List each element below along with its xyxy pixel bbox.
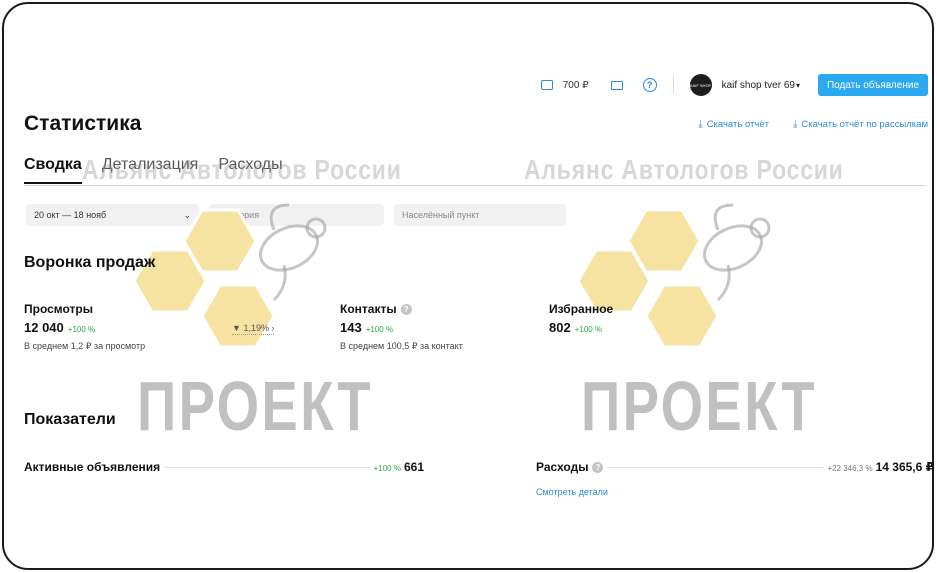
chevron-down-icon: ⌄	[183, 209, 191, 220]
contacts-label-row: Контакты?	[340, 302, 463, 316]
favorites-value-row: 802 +100 %	[549, 320, 613, 335]
expenses-label: Расходы	[536, 460, 589, 474]
divider	[672, 76, 674, 94]
conversion-link[interactable]: ▼ 1,19% ›	[232, 323, 275, 335]
contacts-label: Контакты	[340, 302, 397, 316]
leader-line	[164, 467, 370, 468]
expenses-label-row: Расходы?	[536, 460, 604, 474]
download-links: ⤓ Скачать отчёт ⤓ Скачать отчёт по рассылк…	[698, 119, 928, 130]
info-icon[interactable]: ?	[592, 461, 604, 473]
views-value-row: 12 040 +100 %	[24, 320, 145, 335]
favorites-delta: +100 %	[574, 325, 603, 334]
category-input[interactable]	[209, 204, 384, 226]
download-report-label: Скачать отчёт	[706, 119, 769, 130]
metric-favorites: Избранное 802 +100 %	[549, 302, 613, 335]
views-delta: +100 %	[67, 325, 96, 334]
views-sub: В среднем 1,2 ₽ за просмотр	[24, 341, 146, 351]
download-icon: ⤓	[698, 119, 703, 130]
download-mailing-report-label: Скачать отчёт по рассылкам	[801, 119, 928, 130]
active-ads-label: Активные объявления	[24, 460, 161, 474]
favorites-label: Избранное	[549, 302, 614, 316]
avatar[interactable]: KAIF SHOP	[689, 74, 712, 96]
watermark-project-left: ПРОЕКТ	[137, 367, 373, 445]
tab-summary[interactable]: Сводка	[24, 156, 82, 184]
contacts-delta: +100 %	[365, 325, 394, 334]
user-name: kaif shop tver 69	[721, 79, 795, 91]
indicator-expenses: Расходы? +22 346,3 % 14 365,6 ₽	[536, 460, 934, 474]
indicators-title: Показатели	[24, 411, 116, 428]
help-icon[interactable]: ?	[642, 78, 657, 92]
filters: 20 окт — 18 нояб ⌄	[26, 204, 566, 226]
city-input[interactable]	[394, 204, 566, 226]
tab-expenses[interactable]: Расходы	[218, 156, 282, 184]
contacts-sub: В среднем 100,5 ₽ за контакт	[340, 341, 463, 351]
watermark-org-text-right: Альянс Автологов России	[524, 154, 844, 185]
tab-bar: Сводка Детализация Расходы	[24, 156, 283, 184]
views-label: Просмотры	[24, 302, 94, 316]
download-report-link[interactable]: ⤓ Скачать отчёт	[698, 119, 769, 130]
funnel-title: Воронка продаж	[24, 254, 156, 271]
indicator-active-ads: Активные объявления +100 % 661	[24, 460, 424, 474]
contacts-value-row: 143 +100 %	[340, 320, 463, 335]
top-bar: 700 ₽ ? KAIF SHOP kaif shop tver 69▾ Под…	[540, 74, 928, 96]
page-title: Статистика	[24, 112, 142, 135]
active-ads-value: 661	[403, 460, 424, 474]
wallet-icon[interactable]	[540, 80, 553, 90]
metric-contacts: Контакты? 143 +100 % В среднем 100,5 ₽ за…	[340, 302, 463, 352]
app-window: 700 ₽ ? KAIF SHOP kaif shop tver 69▾ Под…	[2, 2, 934, 570]
leader-line	[607, 467, 824, 468]
contacts-value: 143	[340, 320, 362, 335]
filter-icon: ▼	[232, 323, 241, 333]
chevron-down-icon: ▾	[795, 80, 800, 90]
views-value: 12 040	[24, 320, 64, 335]
tab-details[interactable]: Детализация	[102, 156, 199, 184]
expenses-value: 14 365,6 ₽	[875, 460, 934, 474]
balance[interactable]: 700 ₽	[563, 80, 589, 91]
download-icon: ⤓	[792, 119, 798, 130]
card-icon[interactable]	[610, 80, 623, 90]
post-ad-button[interactable]: Подать объявление	[817, 74, 928, 96]
expenses-delta: +22 346,3 %	[827, 464, 873, 473]
info-icon[interactable]: ?	[400, 303, 412, 315]
watermark-project-right: ПРОЕКТ	[581, 367, 817, 445]
active-ads-delta: +100 %	[373, 464, 401, 473]
user-menu[interactable]: kaif shop tver 69▾	[722, 80, 800, 91]
favorites-value: 802	[549, 320, 571, 335]
download-mailing-report-link[interactable]: ⤓ Скачать отчёт по рассылкам	[793, 119, 928, 130]
tabs-divider	[24, 185, 926, 186]
date-range-select[interactable]: 20 окт — 18 нояб ⌄	[26, 204, 199, 226]
metric-views: Просмотры 12 040 +100 % В среднем 1,2 ₽ з…	[24, 302, 145, 352]
honeycomb-logo-right	[578, 203, 771, 349]
view-details-link[interactable]: Смотреть детали	[536, 487, 608, 497]
date-range-value: 20 окт — 18 нояб	[34, 210, 107, 220]
conversion-value: 1,19% ›	[243, 323, 275, 333]
